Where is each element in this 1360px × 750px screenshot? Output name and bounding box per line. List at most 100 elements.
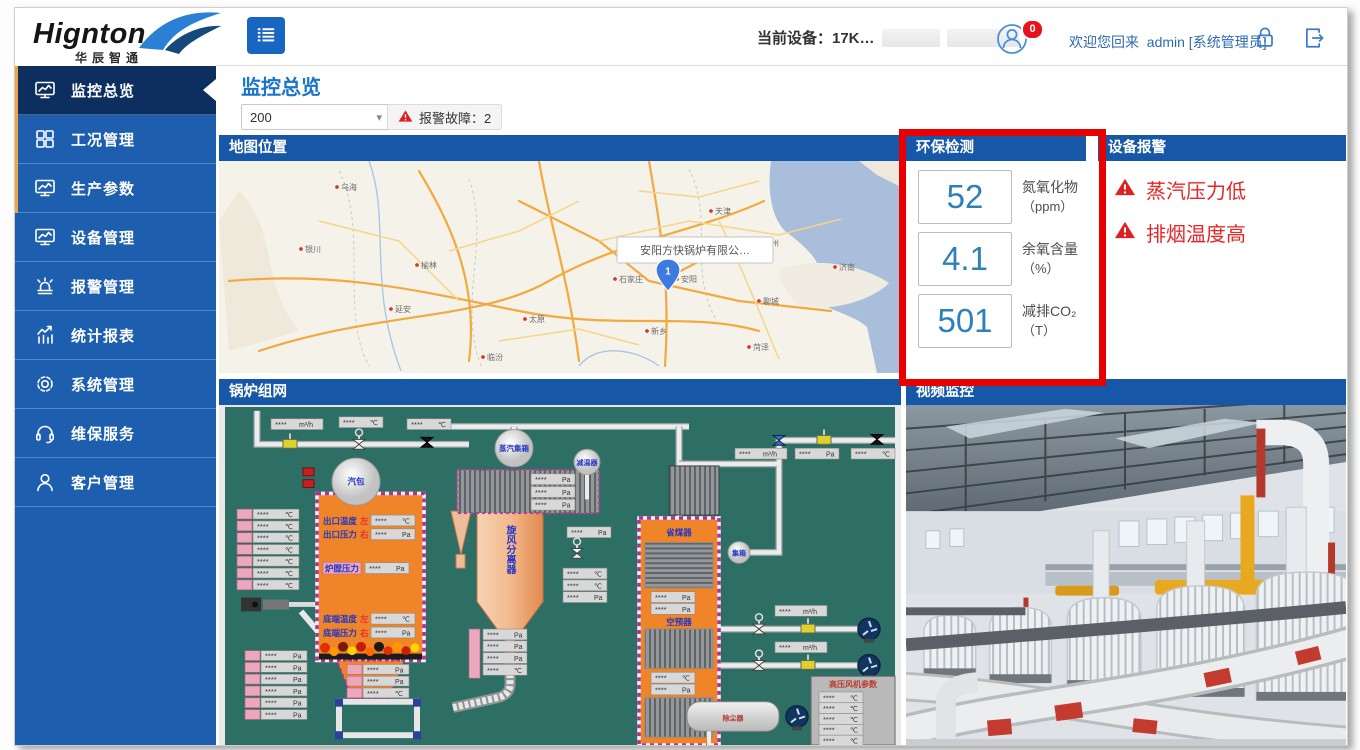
user-icon [33,470,57,494]
sidebar-item-label: 客户管理 [71,472,135,493]
alarm-summary-text: 报警故障：2 [419,108,491,127]
metric-unit: （%） [1022,260,1078,279]
metric-name: 余氧含量 [1022,239,1078,259]
sidebar-item-label: 报警管理 [71,276,135,297]
metric-label: 余氧含量（%） [1022,239,1078,278]
sidebar-item-8[interactable]: 客户管理 [15,458,216,507]
warning-triangle-icon [1114,220,1136,245]
small-header-label: 集箱 [731,548,746,557]
app-window: Hignton 华辰智通 当前设备：17K… 0 欢迎您回来 admin [系统… [14,7,1348,746]
metric-unit: （ppm） [1022,198,1078,217]
redacted-device-text [882,29,940,47]
panel-boiler-title: 锅炉组网 [219,379,901,405]
svg-text:炉膛压力: 炉膛压力 [325,564,359,574]
svg-text:左: 左 [359,614,369,624]
panel-boiler-network: 锅炉组网 ****℃ ****Pa ****m³/h ****℃ ****Pa [219,379,901,745]
headset-icon [33,421,57,445]
map-city-label: 临汾 [487,352,503,362]
warning-triangle-icon [398,109,413,126]
sidebar-item-label: 监控总览 [71,80,135,101]
sidebar-nav: 监控总览工况管理生产参数设备管理报警管理统计报表系统管理维保服务客户管理 [15,66,216,745]
map-marker-label: 1 [665,267,671,278]
metric-value-box: 501 [918,294,1012,348]
sidebar-item-label: 维保服务 [71,423,135,444]
chart-icon [33,323,57,347]
svg-text:出口压力: 出口压力 [323,530,357,540]
alarm-text: 蒸汽压力低 [1146,175,1246,204]
panel-device-alarms: 设备报警 蒸汽压力低排烟温度高 [1098,135,1346,373]
panel-video-title: 视频监控 [906,379,1346,405]
economizer-label: 省煤器 [665,528,692,538]
panel-env-title: 环保检测 [906,135,1086,161]
menu-toggle-button[interactable] [247,17,285,54]
env-metric-row: 4.1 余氧含量（%） [918,233,1086,285]
svg-text:底端压力: 底端压力 [323,628,357,638]
env-metric-row: 501 减排CO₂（T） [918,295,1086,347]
metric-value: 52 [947,178,984,216]
map-city-label: 新乡 [651,326,667,336]
metric-value: 4.1 [942,240,988,278]
sidebar-item-2[interactable]: 生产参数 [15,164,216,213]
sidebar-item-4[interactable]: 报警管理 [15,262,216,311]
metric-name: 减排CO₂ [1022,301,1076,321]
sidebar-item-3[interactable]: 设备管理 [15,213,216,262]
alarm-summary-chip[interactable]: 报警故障：2 [387,104,502,130]
user-name: admin [系统管理员] [1147,34,1267,50]
chevron-down-icon: ▾ [376,111,382,124]
map-city-label: 石家庄 [619,274,643,284]
alarm-item: 排烟温度高 [1114,218,1346,247]
sidebar-item-0[interactable]: 监控总览 [15,66,216,115]
metric-name: 氮氧化物 [1022,177,1078,197]
sidebar-item-1[interactable]: 工况管理 [15,115,216,164]
logo-text: Hignton [33,18,146,51]
panel-map: 地图位置 [219,135,901,373]
metric-label: 减排CO₂（T） [1022,301,1076,340]
list-menu-icon [252,37,280,52]
sidebar-item-7[interactable]: 维保服务 [15,409,216,458]
panel-env-monitoring: 环保检测 52 氮氧化物（ppm） 4.1 余氧含量（%） 501 减排CO₂（T） [906,135,1086,373]
env-metrics-list: 52 氮氧化物（ppm） 4.1 余氧含量（%） 501 减排CO₂（T） [906,161,1086,373]
metric-value-box: 52 [918,170,1012,224]
video-feed [906,405,1346,745]
alarm-item: 蒸汽压力低 [1114,175,1346,204]
sidebar-item-label: 系统管理 [71,374,135,395]
fan-parameter-panel: 高压风机参数 [811,676,895,745]
logo-subtext: 华辰智通 [75,49,143,66]
panel-map-title: 地图位置 [219,135,901,161]
panel-video-monitoring: 视频监控 [906,379,1346,745]
device-filter-select[interactable]: 200 ▾ [241,104,391,130]
svg-text:左: 左 [359,516,369,526]
map-city-label: 延安 [395,304,411,314]
map-tooltip-text: 安阳方快锅炉有限公… [640,243,750,257]
drum-label: 汽包 [348,477,366,487]
fan-panel-title: 高压风机参数 [829,679,877,689]
map-city-label: 榆林 [421,260,437,270]
map-canvas[interactable]: 银川乌海榆林延安太原石家庄保定天津德州济南聊城安阳新乡菏泽临汾 安阳方快锅炉有限… [219,161,901,373]
map-city-label: 银川 [305,244,321,254]
map-city-label: 济南 [839,262,855,272]
logo-swoosh-icon [133,8,225,54]
boiler-scada-diagram: ****℃ ****Pa ****m³/h ****℃ ****Pa [219,405,901,745]
siren-icon [33,274,57,298]
svg-text:出口温度: 出口温度 [323,516,358,526]
header-divider [216,65,1347,66]
logout-icon[interactable] [1299,24,1327,57]
monitor-icon [33,176,57,200]
current-device-label: 当前设备：17K… [757,27,875,48]
svg-text:右: 右 [359,530,369,540]
sidebar-item-6[interactable]: 系统管理 [15,360,216,409]
env-metric-row: 52 氮氧化物（ppm） [918,171,1086,223]
map-city-label: 天津 [715,206,731,216]
attemperator-label: 减温器 [577,458,598,467]
sidebar-item-label: 生产参数 [71,178,135,199]
notification-user-icon[interactable]: 0 [995,21,1047,57]
panel-alarms-title: 设备报警 [1098,135,1346,161]
dust-collector-label: 除尘器 [723,713,744,722]
map-city-label: 安阳 [681,274,697,284]
sidebar-item-5[interactable]: 统计报表 [15,311,216,360]
gear-icon [33,372,57,396]
lock-icon[interactable] [1251,24,1279,57]
map-city-label: 菏泽 [753,342,769,352]
svg-text:底端温度: 底端温度 [323,614,358,624]
svg-text:右: 右 [359,628,369,638]
